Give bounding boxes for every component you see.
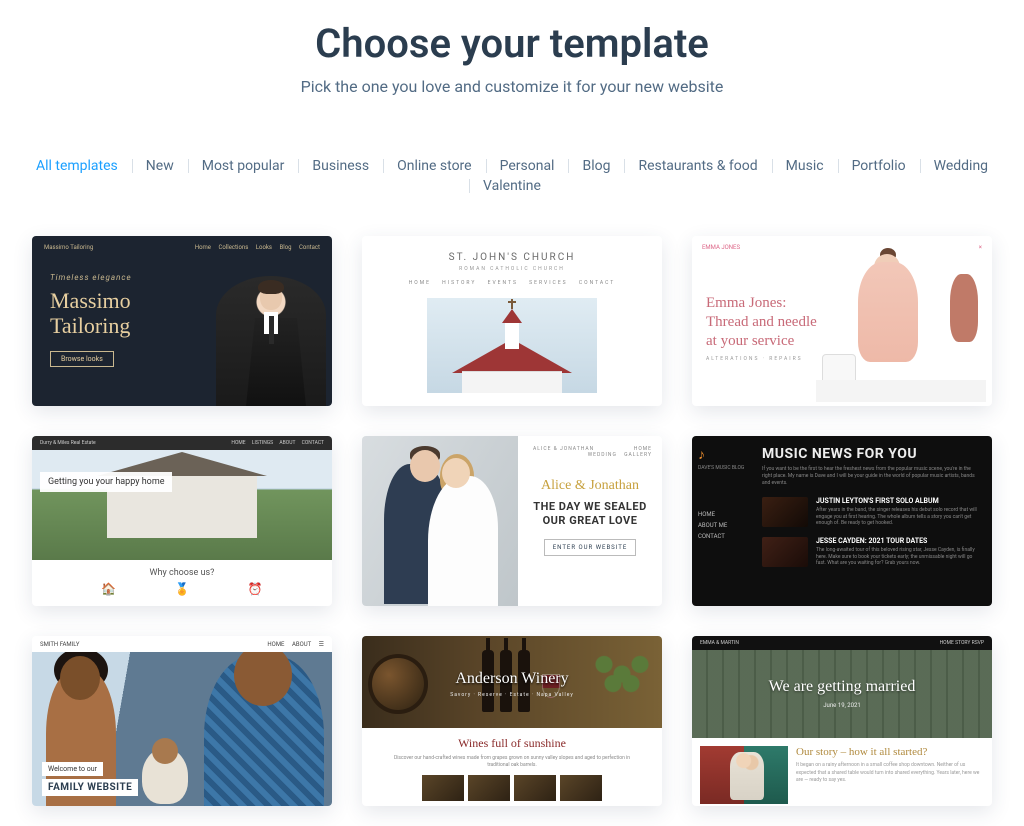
- template-card-family-website[interactable]: SMITH FAMILY HOME ABOUT ☰ Welcome to our…: [32, 636, 332, 806]
- template-card-anderson-winery[interactable]: Anderson Winery Savory · Reserve · Estat…: [362, 636, 662, 806]
- article-desc: The long-awaited tour of this beloved ri…: [816, 547, 982, 567]
- preview-nav: HOME HISTORY EVENTS SERVICES CONTACT: [362, 280, 662, 286]
- preview-headline: THE DAY WE SEALED OUR GREAT LOVE: [528, 500, 652, 529]
- filter-portfolio[interactable]: Portfolio: [838, 156, 920, 176]
- preview-date: June 19, 2021: [823, 702, 861, 709]
- music-note-icon: ♪: [698, 446, 746, 463]
- preview-subtitle: ALTERATIONS · REPAIRS: [706, 356, 817, 362]
- house-photo-icon: Getting you your happy home: [32, 450, 332, 560]
- preview-nav: HOME ABOUT ☰: [261, 641, 324, 648]
- preview-title: ST. JOHN'S CHURCH: [362, 236, 662, 263]
- church-icon: [427, 298, 597, 393]
- preview-nav: HOME STORY RSVP: [940, 640, 984, 646]
- preview-subtext: If you want to be the first to hear the …: [762, 466, 982, 487]
- preview-title: Emma Jones: Thread and needle at your se…: [706, 294, 817, 350]
- preview-brand: DAVE'S MUSIC BLOG: [698, 465, 746, 471]
- filter-wedding[interactable]: Wedding: [920, 156, 1002, 176]
- preview-story-title: Our story – how it all started?: [796, 746, 984, 758]
- category-filter-bar: All templatesNewMost popularBusinessOnli…: [0, 156, 1024, 196]
- preview-story-text: It began on a rainy afternoon in a small…: [796, 762, 984, 785]
- preview-tagline: Wines full of sunshine: [362, 736, 662, 751]
- home-icon: 🏠: [101, 582, 116, 596]
- couple-door-icon: [700, 746, 788, 804]
- article-desc: After years in the band, the singer rele…: [816, 507, 982, 527]
- filter-business[interactable]: Business: [298, 156, 383, 176]
- template-grid: Massimo Tailoring Home Collections Looks…: [0, 236, 1024, 826]
- filter-new[interactable]: New: [132, 156, 188, 176]
- article-title: JESSE CAYDEN: 2021 TOUR DATES: [816, 537, 982, 545]
- preview-nav: ALICE & JONATHAN HOME WEDDING GALLERY: [528, 446, 652, 458]
- template-card-getting-married[interactable]: EMMA & MARTIN HOME STORY RSVP We are get…: [692, 636, 992, 806]
- preview-headline: We are getting married: [769, 678, 916, 696]
- page-title: Choose your template: [0, 20, 1024, 67]
- preview-headline: MUSIC NEWS FOR YOU: [762, 446, 982, 462]
- preview-brand: EMMA & MARTIN: [700, 640, 739, 646]
- template-card-real-estate[interactable]: Durry & Miles Real Estate HOME LISTINGS …: [32, 436, 332, 606]
- preview-brand: SMITH FAMILY: [40, 641, 79, 648]
- preview-subtitle: Savory · Reserve · Estate · Napa Valley: [450, 692, 573, 698]
- filter-online-store[interactable]: Online store: [383, 156, 486, 176]
- couple-kiss-icon: [362, 436, 518, 606]
- filter-personal[interactable]: Personal: [486, 156, 569, 176]
- filter-valentine[interactable]: Valentine: [469, 176, 555, 196]
- preview-button: Browse looks: [50, 351, 114, 367]
- close-icon: ×: [979, 244, 982, 251]
- template-card-wedding-alice-jonathan[interactable]: ALICE & JONATHAN HOME WEDDING GALLERY Al…: [362, 436, 662, 606]
- preview-subtitle: ROMAN CATHOLIC CHURCH: [362, 266, 662, 272]
- preview-paragraph: Discover our hand-crafted wines made fro…: [362, 755, 662, 769]
- preview-brand: Massimo Tailoring: [44, 244, 93, 251]
- preview-side-nav: HOME ABOUT ME CONTACT: [698, 511, 746, 540]
- seamstress-icon: [816, 254, 986, 402]
- preview-welcome: Welcome to our: [42, 762, 103, 776]
- article-thumb-icon: [762, 497, 808, 527]
- preview-icon-row: 🏠 🏅 ⏰: [32, 582, 332, 602]
- preview-nav: Home Collections Looks Blog Contact: [189, 244, 320, 251]
- filter-most-popular[interactable]: Most popular: [188, 156, 299, 176]
- article-title: JUSTIN LEYTON'S FIRST SOLO ALBUM: [816, 497, 982, 505]
- preview-heading: Why choose us?: [32, 560, 332, 582]
- template-card-st-johns-church[interactable]: ST. JOHN'S CHURCH ROMAN CATHOLIC CHURCH …: [362, 236, 662, 406]
- filter-all-templates[interactable]: All templates: [22, 156, 132, 176]
- preview-brand: EMMA JONES: [702, 244, 740, 251]
- template-card-music-news[interactable]: ♪ DAVE'S MUSIC BLOG HOME ABOUT ME CONTAC…: [692, 436, 992, 606]
- badge-icon: 🏅: [175, 582, 190, 596]
- preview-button: ENTER OUR WEBSITE: [544, 539, 637, 556]
- preview-title: Anderson Winery: [455, 670, 568, 688]
- man-in-suit-icon: [216, 276, 326, 406]
- preview-thumb-row: [362, 775, 662, 801]
- clock-icon: ⏰: [248, 582, 263, 596]
- wedding-hero-icon: We are getting married June 19, 2021: [692, 650, 992, 738]
- filter-restaurants-food[interactable]: Restaurants & food: [624, 156, 771, 176]
- filter-music[interactable]: Music: [772, 156, 838, 176]
- filter-blog[interactable]: Blog: [568, 156, 624, 176]
- preview-brand: Durry & Miles Real Estate: [40, 440, 96, 446]
- template-card-emma-jones-sewing[interactable]: EMMA JONES × Emma Jones: Thread and need…: [692, 236, 992, 406]
- article-thumb-icon: [762, 537, 808, 567]
- winery-hero-icon: Anderson Winery Savory · Reserve · Estat…: [362, 636, 662, 728]
- page-subtitle: Pick the one you love and customize it f…: [0, 77, 1024, 96]
- preview-label: FAMILY WEBSITE: [42, 779, 138, 796]
- preview-banner: Getting you your happy home: [40, 472, 172, 492]
- preview-names: Alice & Jonathan: [528, 478, 652, 494]
- preview-nav: HOME LISTINGS ABOUT CONTACT: [226, 440, 324, 446]
- template-card-massimo-tailoring[interactable]: Massimo Tailoring Home Collections Looks…: [32, 236, 332, 406]
- family-photo-icon: Welcome to our FAMILY WEBSITE: [32, 652, 332, 806]
